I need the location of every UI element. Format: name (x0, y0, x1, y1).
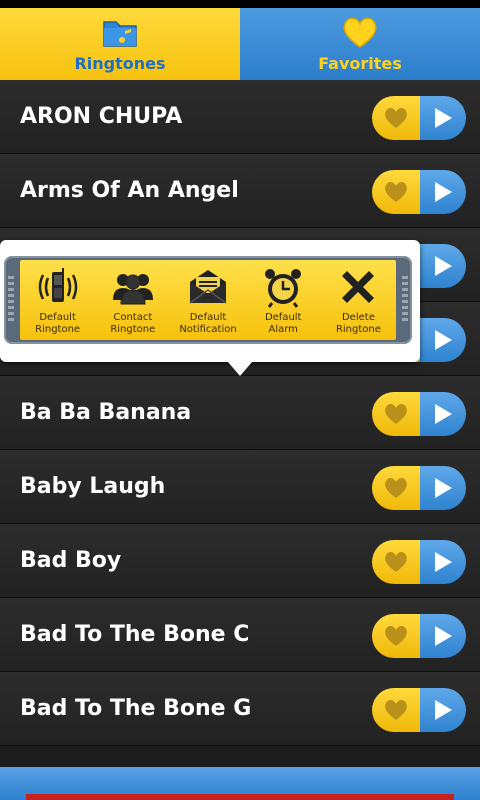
ringtone-title: Bad To The Bone G (20, 696, 252, 721)
play-button[interactable] (420, 392, 466, 436)
popup-pointer (228, 362, 252, 376)
play-icon (435, 182, 452, 202)
play-icon (435, 626, 452, 646)
ringtone-title: ARON CHUPA (20, 104, 183, 129)
default-alarm-label: Default Alarm (264, 312, 302, 335)
delete-ringtone-button[interactable]: Delete Ringtone (321, 260, 396, 340)
play-icon (435, 404, 452, 424)
ringtone-controls (372, 688, 466, 732)
heart-icon (385, 182, 407, 202)
bottom-accent (26, 794, 454, 800)
delete-ringtone-label: Delete Ringtone (335, 312, 381, 335)
play-button[interactable] (420, 614, 466, 658)
ringtone-row[interactable]: Bad To The Bone C (0, 598, 480, 672)
ringtone-title: Baby Laugh (20, 474, 166, 499)
ringtone-row[interactable]: Ba Ba Banana (0, 376, 480, 450)
delete-x-icon (342, 271, 375, 303)
favorite-button[interactable] (372, 614, 420, 658)
ringtone-title: Arms Of An Angel (20, 178, 239, 203)
play-button[interactable] (420, 688, 466, 732)
play-icon (435, 552, 452, 572)
alarm-clock-icon (265, 269, 302, 308)
tab-ringtones[interactable]: Ringtones (0, 8, 240, 80)
ringtone-controls (372, 392, 466, 436)
play-icon (435, 330, 452, 350)
play-button[interactable] (420, 170, 466, 214)
heart-icon (385, 108, 407, 128)
default-notification-button[interactable]: Default Notification (170, 260, 245, 340)
ringtone-title: Bad To The Bone C (20, 622, 250, 647)
default-notification-label: Default Notification (179, 312, 237, 335)
ringtone-row[interactable]: Arms Of An Angel (0, 154, 480, 228)
contacts-group-icon (112, 274, 153, 305)
heart-icon (385, 552, 407, 572)
ringtone-row[interactable]: Baby Laugh (0, 450, 480, 524)
tab-favorites-label: Favorites (318, 54, 402, 73)
tab-ringtones-label: Ringtones (74, 54, 166, 73)
favorite-button[interactable] (372, 96, 420, 140)
play-icon (435, 478, 452, 498)
ringtone-row[interactable]: Bad Boy (0, 524, 480, 598)
default-ringtone-button[interactable]: Default Ringtone (20, 260, 95, 340)
play-button[interactable] (420, 318, 466, 362)
play-icon (435, 700, 452, 720)
default-alarm-button[interactable]: Default Alarm (246, 260, 321, 340)
favorite-button[interactable] (372, 392, 420, 436)
status-bar (0, 0, 480, 8)
ringing-phone-icon (38, 268, 77, 302)
grip-right (402, 276, 408, 324)
play-icon (435, 108, 452, 128)
default-ringtone-label: Default Ringtone (35, 312, 81, 335)
ringtone-controls (372, 96, 466, 140)
heart-icon (385, 404, 407, 424)
ringtone-row[interactable]: ARON CHUPA (0, 80, 480, 154)
ringtone-controls (372, 540, 466, 584)
contact-ringtone-button[interactable]: Contact Ringtone (95, 260, 170, 340)
heart-icon (343, 17, 377, 48)
favorite-button[interactable] (372, 688, 420, 732)
ringtone-title: Bad Boy (20, 548, 122, 573)
play-button[interactable] (420, 96, 466, 140)
ringtone-controls (372, 170, 466, 214)
heart-icon (385, 700, 407, 720)
ringtone-controls (372, 466, 466, 510)
ringtone-row[interactable]: Bad To The Bone G (0, 672, 480, 746)
heart-icon (385, 478, 407, 498)
action-popup: Default Ringtone Contact Ringtone Defaul… (0, 240, 420, 362)
ringtone-list: ARON CHUPA Arms Of An Angel Ba Ba Banana… (0, 80, 480, 746)
play-icon (435, 256, 452, 276)
tab-bar: Ringtones Favorites (0, 8, 480, 80)
play-button[interactable] (420, 540, 466, 584)
action-toolbar: Default Ringtone Contact Ringtone Defaul… (4, 256, 412, 344)
play-button[interactable] (420, 244, 466, 288)
action-strip: Default Ringtone Contact Ringtone Defaul… (20, 260, 396, 340)
heart-icon (385, 626, 407, 646)
favorite-button[interactable] (372, 540, 420, 584)
ringtone-title: Ba Ba Banana (20, 400, 192, 425)
tab-favorites[interactable]: Favorites (240, 8, 480, 80)
folder-music-icon (103, 21, 137, 47)
envelope-icon (189, 270, 227, 304)
grip-left (8, 276, 14, 324)
ringtone-controls (372, 614, 466, 658)
play-button[interactable] (420, 466, 466, 510)
contact-ringtone-label: Contact Ringtone (110, 312, 156, 335)
favorite-button[interactable] (372, 170, 420, 214)
favorite-button[interactable] (372, 466, 420, 510)
